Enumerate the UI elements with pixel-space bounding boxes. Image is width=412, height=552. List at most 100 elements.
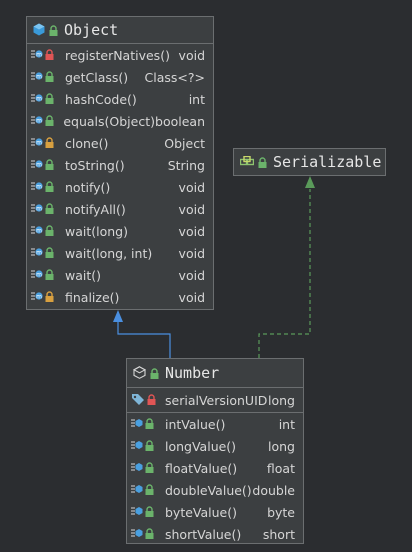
abstract-method-icon — [131, 461, 143, 476]
object-method-row[interactable]: m toString() String — [27, 154, 213, 176]
method-icon: m — [31, 180, 43, 195]
method-name: toString() — [65, 157, 125, 173]
protected-lock-icon — [45, 136, 54, 151]
abstract-method-icon — [131, 417, 143, 432]
method-return-type: byte — [267, 504, 295, 520]
method-return-type: short — [262, 526, 295, 542]
public-lock-icon — [45, 268, 54, 283]
public-lock-icon — [45, 224, 54, 239]
object-methods-list: m registerNatives() void m getClass() Class<?… — [27, 44, 213, 308]
method-return-type: void — [178, 201, 205, 217]
object-class-title: Object — [64, 21, 119, 39]
method-name: longValue() — [165, 438, 237, 454]
method-return-type: void — [178, 47, 205, 63]
number-methods-list: intValue() int longValue() long floatValue()… — [127, 413, 303, 545]
method-name: getClass() — [65, 69, 129, 85]
object-method-row[interactable]: m hashCode() int — [27, 88, 213, 110]
method-icon: m — [31, 290, 43, 305]
abstract-method-icon — [131, 527, 143, 542]
method-name: wait(long) — [65, 223, 128, 239]
number-method-row[interactable]: doubleValue() double — [127, 479, 303, 501]
public-lock-icon — [45, 158, 54, 173]
svg-text:m: m — [36, 117, 42, 124]
extends-arrowhead — [113, 310, 123, 322]
private-lock-icon — [147, 393, 156, 408]
method-name: equals(Object) — [63, 113, 156, 129]
number-method-row[interactable]: byteValue() byte — [127, 501, 303, 523]
object-method-row[interactable]: m registerNatives() void — [27, 44, 213, 66]
svg-text:m: m — [36, 293, 42, 300]
method-icon: m — [31, 268, 43, 283]
field-tag-icon — [131, 393, 145, 408]
private-lock-icon — [45, 48, 54, 63]
public-lock-icon — [145, 505, 154, 520]
extends-line — [117, 322, 171, 358]
object-method-row[interactable]: m finalize() void — [27, 286, 213, 308]
object-method-row[interactable]: m clone() Object — [27, 132, 213, 154]
public-lock-icon — [45, 180, 54, 195]
field-type: long — [268, 392, 295, 408]
svg-text:m: m — [36, 249, 42, 256]
method-name: wait(long, int) — [65, 245, 153, 261]
method-return-type: int — [188, 91, 205, 107]
svg-text:m: m — [36, 95, 42, 102]
svg-text:m: m — [36, 205, 42, 212]
method-name: notifyAll() — [65, 201, 126, 217]
svg-text:m: m — [36, 139, 42, 146]
object-method-row[interactable]: m equals(Object) boolean — [27, 110, 213, 132]
public-lock-icon — [145, 461, 154, 476]
method-return-type: void — [178, 223, 205, 239]
implements-line — [258, 189, 311, 358]
public-lock-icon — [258, 153, 267, 172]
method-return-type: float — [266, 460, 295, 476]
number-method-row[interactable]: longValue() long — [127, 435, 303, 457]
object-class-box[interactable]: Object m registerNatives() void m getClass()… — [26, 16, 214, 310]
method-return-type: boolean — [155, 113, 205, 129]
svg-text:m: m — [36, 271, 42, 278]
method-name: clone() — [65, 135, 109, 151]
method-icon: m — [31, 70, 43, 85]
method-icon: m — [31, 48, 43, 63]
method-return-type: long — [268, 438, 295, 454]
public-lock-icon — [45, 202, 54, 217]
method-name: shortValue() — [165, 526, 242, 542]
public-lock-icon — [45, 70, 54, 85]
implements-arrowhead — [305, 176, 315, 188]
number-class-title: Number — [165, 364, 220, 382]
method-return-type: void — [178, 245, 205, 261]
method-return-type: String — [167, 157, 205, 173]
protected-lock-icon — [45, 290, 54, 305]
method-name: floatValue() — [165, 460, 238, 476]
method-return-type: Object — [164, 135, 205, 151]
method-return-type: int — [278, 416, 295, 432]
abstract-class-icon — [132, 364, 147, 383]
svg-text:m: m — [36, 183, 42, 190]
method-name: hashCode() — [65, 91, 137, 107]
method-name: doubleValue() — [165, 482, 252, 498]
public-lock-icon — [45, 246, 54, 261]
svg-text:m: m — [36, 73, 42, 80]
method-icon: m — [31, 224, 43, 239]
object-method-row[interactable]: m wait(long) void — [27, 220, 213, 242]
public-lock-icon — [145, 483, 154, 498]
number-method-row[interactable]: floatValue() float — [127, 457, 303, 479]
number-class-header: Number — [127, 359, 303, 388]
method-icon: m — [31, 136, 43, 151]
object-method-row[interactable]: m getClass() Class<?> — [27, 66, 213, 88]
method-return-type: void — [178, 179, 205, 195]
method-name: notify() — [65, 179, 111, 195]
method-name: intValue() — [165, 416, 226, 432]
interface-icon — [239, 153, 255, 172]
public-lock-icon — [145, 527, 154, 542]
object-method-row[interactable]: m notify() void — [27, 176, 213, 198]
serializable-interface-box[interactable]: Serializable — [233, 148, 386, 176]
class-icon — [33, 21, 45, 40]
object-method-row[interactable]: m wait() void — [27, 264, 213, 286]
number-method-row[interactable]: intValue() int — [127, 413, 303, 435]
number-class-box[interactable]: Number serialVersionUID long intValue() i… — [126, 358, 304, 544]
number-method-row[interactable]: shortValue() short — [127, 523, 303, 545]
object-method-row[interactable]: m wait(long, int) void — [27, 242, 213, 264]
field-row[interactable]: serialVersionUID long — [127, 388, 303, 413]
object-method-row[interactable]: m notifyAll() void — [27, 198, 213, 220]
method-return-type: double — [252, 482, 295, 498]
